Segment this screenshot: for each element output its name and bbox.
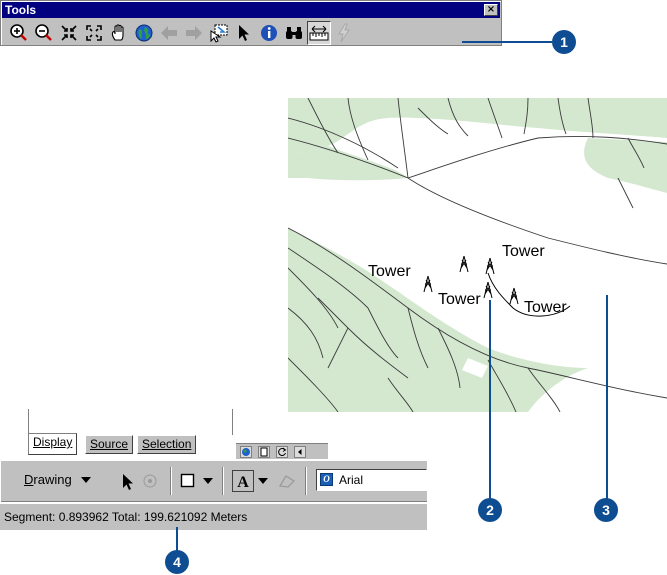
view-toggle-bar [236, 443, 328, 459]
rectangle-icon[interactable] [180, 473, 196, 489]
identify-icon [261, 25, 277, 41]
select-elements-button[interactable] [232, 21, 256, 45]
tab-display[interactable]: Display [28, 433, 78, 455]
select-elements-icon[interactable] [121, 473, 135, 491]
tower-icon [509, 287, 519, 305]
find-icon [286, 27, 302, 39]
measure-icon [309, 25, 329, 41]
back-extent-icon [161, 26, 177, 40]
font-name: Arial [339, 473, 364, 487]
dropdown-arrow-icon [81, 477, 92, 483]
font-selector[interactable]: O Arial [316, 469, 427, 491]
full-extent-button[interactable] [132, 21, 156, 45]
toc-border-right [232, 409, 233, 435]
tower-icon [485, 257, 495, 275]
layout-view-button[interactable] [258, 445, 270, 458]
find-button[interactable] [282, 21, 306, 45]
toolbar-grip[interactable] [0, 461, 4, 503]
identify-button[interactable] [257, 21, 281, 45]
measure-button[interactable] [307, 21, 331, 45]
tab-selection[interactable]: Selection [137, 435, 197, 454]
table-of-contents: Display Source Selection [0, 409, 240, 459]
tab-source-label: Source [90, 437, 129, 451]
fixed-zoom-out-button[interactable] [82, 21, 106, 45]
separator [305, 467, 307, 495]
select-elements-icon [239, 25, 249, 41]
separator [170, 467, 172, 495]
pan-icon [111, 24, 124, 41]
tower-label: Tower [438, 291, 481, 308]
scroll-left-button[interactable] [294, 445, 306, 458]
opentype-font-icon: O [320, 473, 333, 486]
tower-label: Tower [524, 299, 567, 316]
zoom-out-button[interactable] [32, 21, 56, 45]
forward-extent-button[interactable] [182, 21, 206, 45]
select-features-icon [210, 24, 228, 43]
callout-2-leader [489, 300, 491, 500]
edit-vertices-icon[interactable] [278, 473, 296, 489]
tab-display-label: Display [33, 435, 73, 449]
refresh-icon [278, 447, 287, 456]
back-extent-button[interactable] [157, 21, 181, 45]
drawing-menu-accelerator: D [24, 472, 34, 487]
zoom-out-icon [35, 24, 52, 41]
map-view[interactable]: Tower Tower Tower Tower [287, 97, 667, 413]
status-bar: Segment: 0.893962 Total: 199.621092 Mete… [0, 503, 427, 530]
rotate-icon[interactable] [142, 473, 158, 489]
separator [222, 467, 224, 495]
select-features-button[interactable] [207, 21, 231, 45]
pond [600, 230, 624, 250]
svg-text:A: A [237, 474, 249, 491]
measurement-readout: Segment: 0.893962 Total: 199.621092 Mete… [4, 510, 248, 524]
tower-icon [483, 281, 493, 299]
tools-toolbar: Tools × [0, 0, 502, 46]
tower-icon [459, 255, 469, 273]
text-icon[interactable]: A [232, 470, 254, 492]
zoom-in-button[interactable] [7, 21, 31, 45]
tab-source[interactable]: Source [85, 435, 134, 454]
drawing-toolbar: Drawing A O Arial [0, 460, 427, 503]
full-extent-icon [135, 24, 153, 42]
tower-label: Tower [502, 243, 545, 260]
callout-2: 2 [478, 498, 502, 522]
toolbar-title: Tools [5, 3, 37, 17]
refresh-button[interactable] [276, 445, 288, 458]
pan-button[interactable] [107, 21, 131, 45]
callout-1-leader [462, 41, 552, 43]
tower-label: Tower [368, 263, 411, 280]
fixed-zoom-in-icon [61, 25, 77, 41]
arrow-left-icon [298, 448, 302, 455]
hyperlink-button[interactable] [332, 21, 356, 45]
toolbar-title-bar[interactable]: Tools × [2, 2, 500, 18]
callout-3-leader [606, 295, 608, 500]
dropdown-arrow-icon[interactable] [203, 477, 213, 485]
close-button[interactable]: × [484, 4, 498, 16]
data-view-button[interactable] [240, 445, 252, 458]
globe-icon [242, 447, 250, 456]
fixed-zoom-out-icon [86, 25, 102, 41]
hyperlink-icon [338, 23, 350, 43]
forward-extent-icon [186, 26, 202, 40]
tower-icon [423, 275, 433, 293]
dropdown-arrow-icon[interactable] [258, 477, 268, 485]
toolbar-buttons [7, 21, 356, 45]
callout-4: 4 [165, 550, 189, 574]
map-canvas [287, 97, 667, 413]
tab-selection-label: Selection [142, 437, 192, 451]
drawing-menu-label: rawing [33, 472, 72, 487]
callout-1: 1 [552, 30, 576, 54]
drawing-menu[interactable]: Drawing [24, 472, 92, 487]
callout-3: 3 [594, 498, 618, 522]
fixed-zoom-in-button[interactable] [57, 21, 81, 45]
zoom-in-icon [10, 24, 27, 41]
page-icon [260, 447, 268, 456]
toc-border-left [28, 409, 29, 435]
callout-4-leader [176, 527, 178, 551]
